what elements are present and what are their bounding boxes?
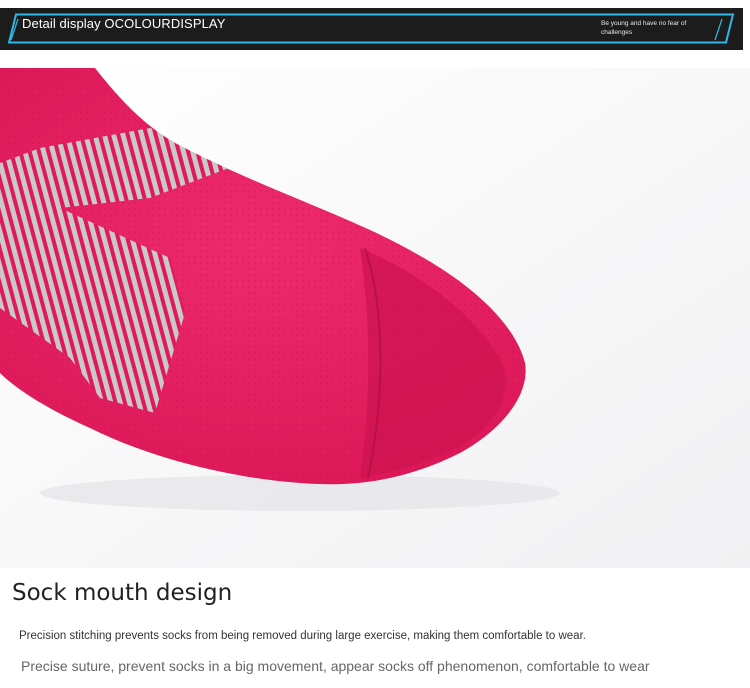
section-title: Sock mouth design: [12, 580, 233, 606]
section-description: Precision stitching prevents socks from …: [19, 630, 586, 642]
banner-title: Detail display OCOLOURDISPLAY: [22, 16, 226, 31]
section-description-alt: Precise suture, prevent socks in a big m…: [21, 658, 650, 674]
detail-banner: Detail display OCOLOURDISPLAY Be young a…: [0, 8, 743, 50]
banner-slogan: Be young and have no fear of challenges: [601, 20, 687, 36]
product-photo: [0, 68, 750, 568]
